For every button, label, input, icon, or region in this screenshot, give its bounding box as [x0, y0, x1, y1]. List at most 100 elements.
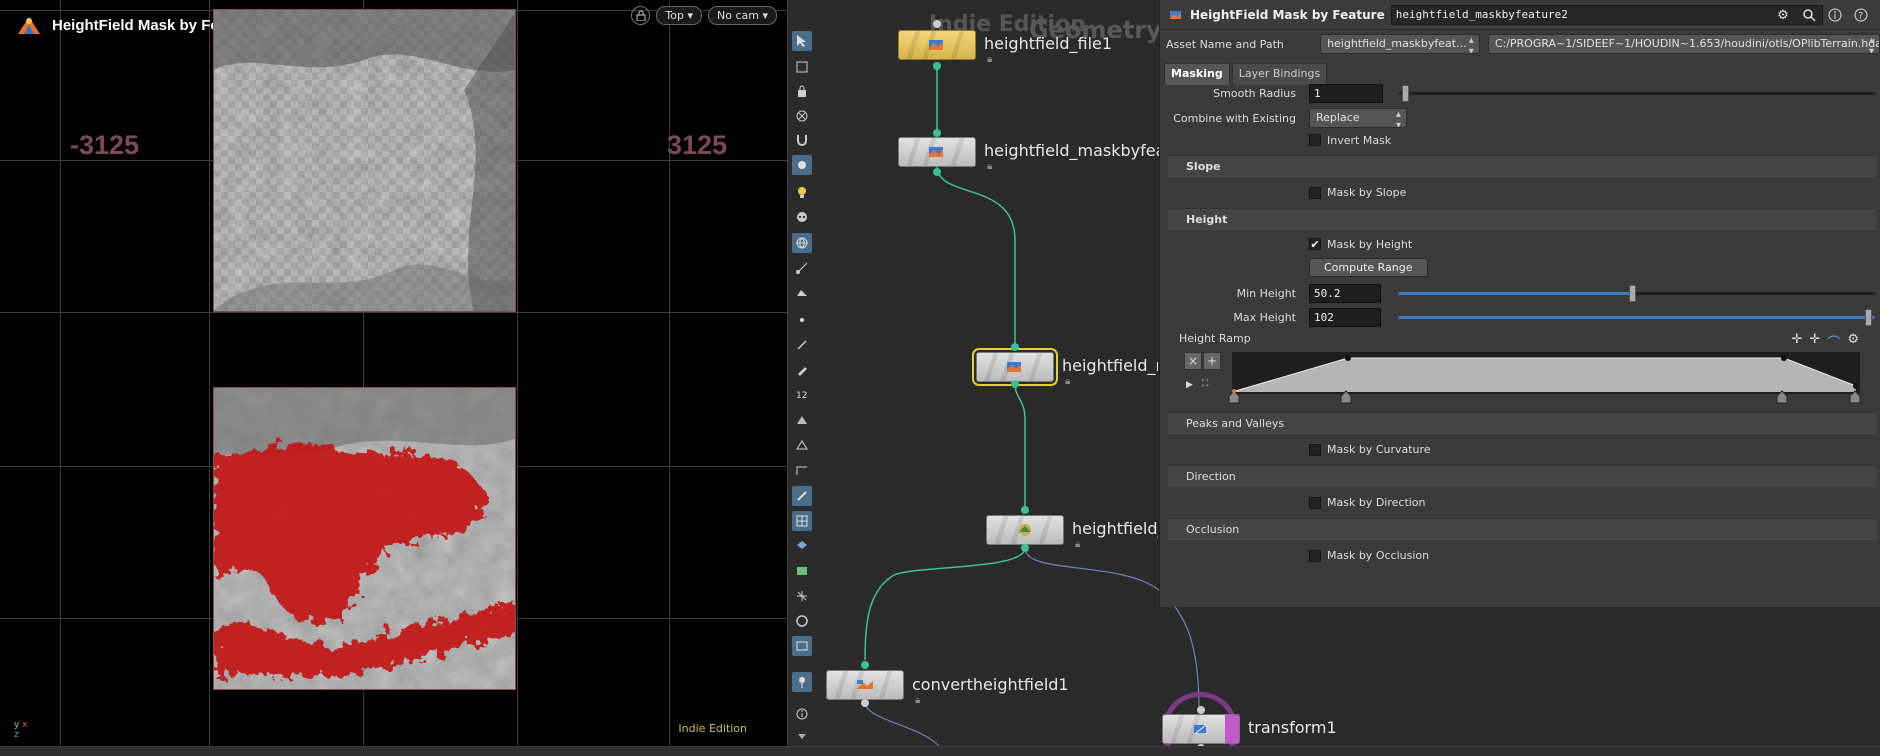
snapping-button[interactable]	[792, 130, 812, 150]
mask-curvature-checkbox[interactable]	[1309, 443, 1321, 456]
smooth-radius-slider[interactable]	[1399, 85, 1875, 102]
render-region-button[interactable]	[792, 258, 812, 278]
node-heightfield-maskbyfeature1[interactable]	[898, 137, 976, 167]
expand-shelf-button[interactable]	[792, 726, 812, 746]
scene-viewport[interactable]: HeightField Mask by Feature Top ▾ No cam…	[0, 0, 787, 746]
mask-height-checkbox[interactable]: ✔	[1309, 238, 1321, 251]
updown-arrows-icon: ▴ ▾	[1468, 35, 1474, 54]
reference-plane-button[interactable]	[792, 486, 812, 506]
mask-direction-label: Mask by Direction	[1327, 496, 1426, 509]
section-height[interactable]: Height	[1168, 208, 1877, 230]
height-ramp: Height Ramp ✛ ✛ ⌒ ⚙ × + ▶ ⛶	[1168, 330, 1877, 408]
slider-handle[interactable]	[1865, 309, 1872, 326]
section-slope[interactable]: Slope	[1168, 155, 1877, 177]
mask-slope-checkbox[interactable]	[1309, 186, 1321, 199]
min-height-field[interactable]: 50.2	[1309, 283, 1381, 303]
node-output-port[interactable]	[1011, 380, 1019, 388]
combine-dropdown[interactable]: Replace ▴ ▾	[1309, 108, 1407, 128]
camera-frame-icon	[796, 641, 808, 651]
node-output-port[interactable]	[933, 62, 941, 70]
smooth-radius-field[interactable]: 1	[1309, 83, 1383, 103]
curve-icon[interactable]: ⌒	[1827, 332, 1840, 351]
min-height-slider[interactable]	[1398, 285, 1875, 302]
gear-icon[interactable]: ⚙	[1847, 332, 1859, 351]
node-name-field[interactable]: heightfield_maskbyfeature2	[1390, 4, 1823, 25]
texture-button[interactable]	[792, 561, 812, 581]
add-key-button[interactable]: +	[1203, 352, 1221, 370]
node-convertheightfield1[interactable]	[826, 670, 904, 700]
node-heightfield-layer1[interactable]	[986, 515, 1064, 545]
max-height-field[interactable]: 102	[1309, 307, 1381, 327]
point-numbers-button[interactable]: 12	[792, 384, 812, 404]
slider-handle[interactable]	[1629, 285, 1636, 302]
invert-mask-label: Invert Mask	[1327, 133, 1392, 147]
layers-button[interactable]	[792, 536, 812, 556]
delete-key-button[interactable]: ×	[1184, 352, 1202, 370]
info-button[interactable]	[792, 704, 812, 724]
asset-name-label: Asset Name and Path	[1166, 37, 1284, 51]
node-output-port[interactable]	[861, 699, 869, 707]
ramp-key-markers[interactable]	[1226, 388, 1876, 404]
mask-occlusion-checkbox[interactable]	[1309, 549, 1321, 562]
node-input-port[interactable]	[1021, 506, 1029, 514]
x-ray-button[interactable]	[792, 106, 812, 126]
invert-mask-checkbox[interactable]	[1309, 134, 1321, 146]
compute-range-row: Compute Range	[1168, 256, 1877, 278]
slider-handle[interactable]	[1402, 85, 1409, 102]
node-heightfield-maskbyfeature2[interactable]	[972, 348, 1058, 386]
asset-name-dropdown[interactable]: heightfield_maskbyfeat... ▴ ▾	[1320, 34, 1480, 54]
construction-plane-button[interactable]	[792, 460, 812, 480]
node-output-port[interactable]	[933, 168, 941, 176]
asset-path-dropdown[interactable]: C:/PROGRA~1/SIDEEF~1/HOUDIN~1.653/houdin…	[1487, 34, 1880, 54]
wireframe-button[interactable]	[792, 435, 812, 455]
node-input-port[interactable]	[933, 129, 941, 137]
light-tool-button[interactable]	[792, 182, 812, 202]
section-occlusion[interactable]: Occlusion	[1168, 518, 1877, 540]
add-point-icon[interactable]: ✛	[1809, 332, 1820, 351]
gear-icon[interactable]: ⚙	[1774, 6, 1792, 24]
select-groups-button[interactable]	[792, 57, 812, 77]
crosshair-icon[interactable]: ✛	[1792, 332, 1803, 351]
uv-view-button[interactable]	[792, 511, 812, 531]
view-menu-button[interactable]: Top ▾	[656, 6, 702, 25]
ghost-tool-button[interactable]	[792, 208, 812, 228]
node-transform1[interactable]	[1162, 714, 1240, 744]
display-flag[interactable]	[1225, 715, 1239, 743]
node-input-port[interactable]	[861, 661, 869, 669]
play-icon[interactable]: ▶	[1186, 380, 1193, 390]
node-input-port[interactable]	[933, 20, 941, 28]
background-button[interactable]	[792, 611, 812, 631]
normals-button[interactable]	[792, 335, 812, 355]
help-icon[interactable]: ?	[1852, 6, 1870, 24]
point-display-button[interactable]	[792, 310, 812, 330]
node-type-icon	[1170, 10, 1181, 19]
mask-direction-checkbox[interactable]	[1309, 496, 1321, 509]
updown-arrows-icon: ▴ ▾	[1868, 35, 1874, 54]
expand-ramp-icon[interactable]: ⛶	[1202, 379, 1208, 389]
display-options-button[interactable]	[792, 283, 812, 303]
shading-icon	[797, 416, 807, 424]
section-peaks-valleys[interactable]: Peaks and Valleys	[1168, 412, 1877, 434]
brush-icon	[798, 367, 807, 376]
camera-frame-button[interactable]	[792, 636, 812, 656]
brush-tool-button[interactable]	[792, 360, 812, 380]
camera-menu-button[interactable]: No cam ▾	[708, 6, 777, 25]
node-heightfield-file1[interactable]	[898, 30, 976, 60]
node-output-port[interactable]	[1021, 544, 1029, 552]
compute-range-button[interactable]: Compute Range	[1309, 257, 1428, 277]
section-direction[interactable]: Direction	[1168, 465, 1877, 487]
shatter-button[interactable]	[792, 586, 812, 606]
search-icon[interactable]	[1800, 6, 1818, 24]
node-input-port[interactable]	[1197, 706, 1205, 714]
node-input-port[interactable]	[1011, 343, 1019, 351]
info-icon[interactable]	[1826, 6, 1844, 24]
select-tool-button[interactable]	[792, 31, 812, 51]
flipbook-button[interactable]	[792, 672, 812, 692]
camera-lock-button[interactable]	[631, 6, 651, 25]
max-height-slider[interactable]	[1398, 309, 1875, 326]
handle-tool-button[interactable]	[792, 155, 812, 175]
shading-button[interactable]	[792, 410, 812, 430]
world-space-button[interactable]	[792, 233, 812, 253]
asset-row: Asset Name and Path heightfield_maskbyfe…	[1160, 33, 1880, 55]
lock-selection-button[interactable]	[792, 81, 812, 101]
